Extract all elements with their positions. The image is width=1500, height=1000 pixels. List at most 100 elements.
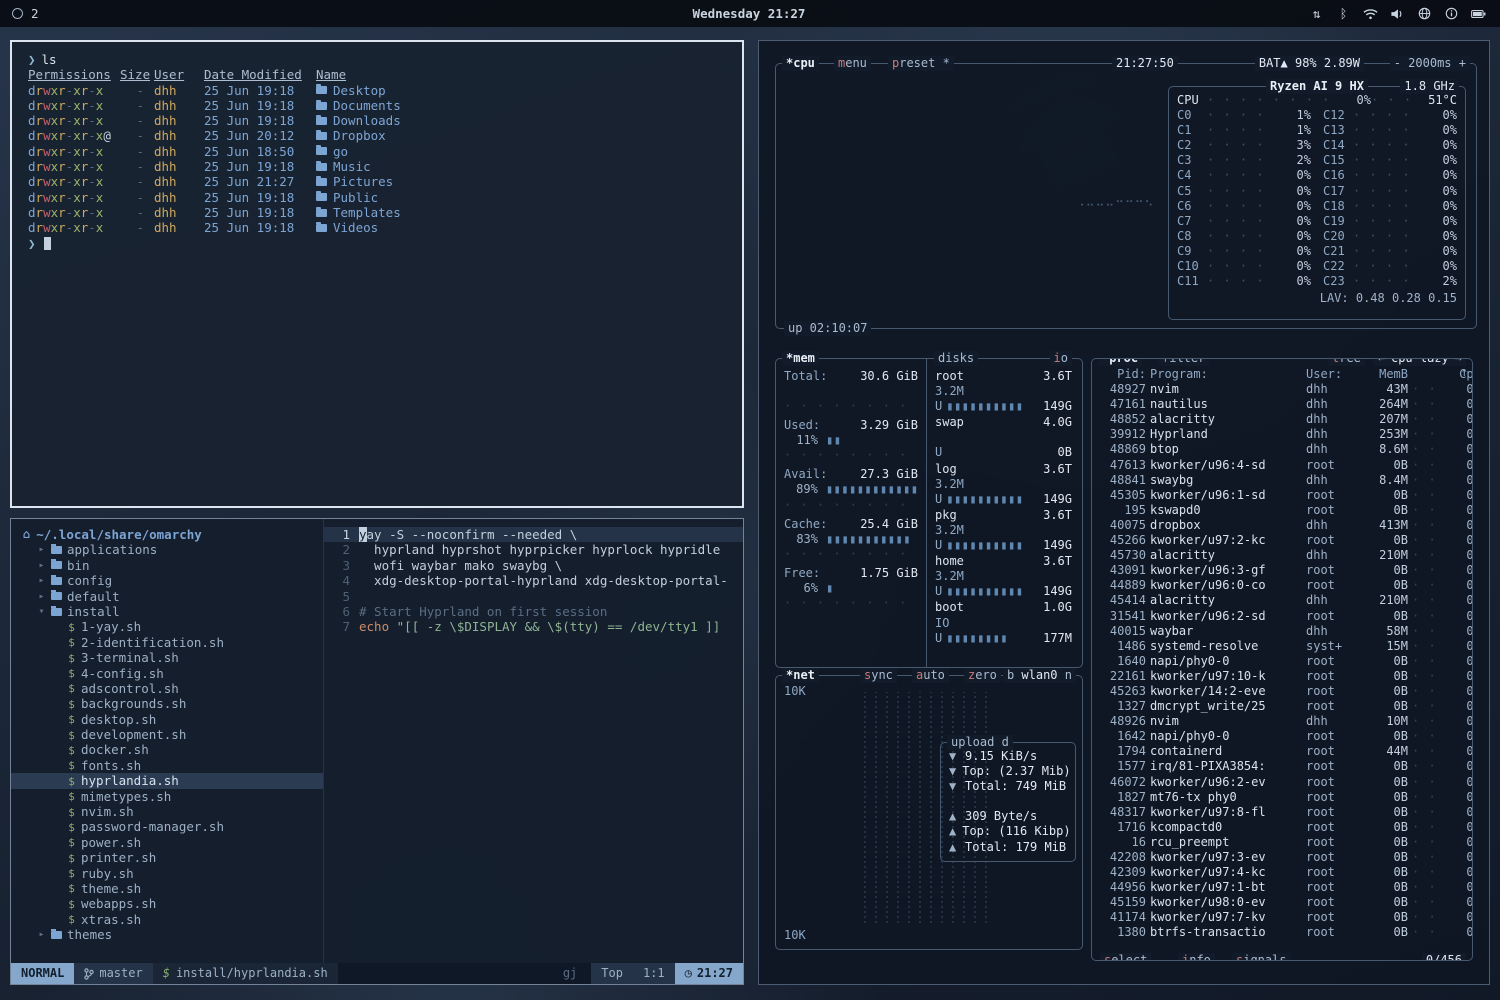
process-row[interactable]: 1327 dmcrypt_write/25 root 0B 0.0 (1100, 699, 1466, 714)
sort-selector[interactable]: ← cpu lazy → (1374, 358, 1466, 366)
menu-button[interactable]: menu (834, 56, 871, 71)
tree-item[interactable]: ▸ bin (11, 558, 323, 573)
process-row[interactable]: 22161 kworker/u97:10-k root 0B 0.0 (1100, 669, 1466, 684)
process-row[interactable]: 42208 kworker/u97:3-ev root 0B 0.0 (1100, 850, 1466, 865)
process-row[interactable]: 39912 Hyprland dhh 253M 0.0 (1100, 427, 1466, 442)
tree-item[interactable]: password-manager.sh (11, 819, 323, 834)
process-row[interactable]: 48852 alacritty dhh 207M 0.0 (1100, 412, 1466, 427)
scroll-up-indicator[interactable]: ↑ (1461, 365, 1468, 380)
net-next-button[interactable]: n (1065, 668, 1072, 682)
process-row[interactable]: 44956 kworker/u97:1-bt root 0B 0.0 (1100, 880, 1466, 895)
process-row[interactable]: 45730 alacritty dhh 210M 0.0 (1100, 548, 1466, 563)
volume-icon[interactable] (1390, 6, 1405, 21)
tree-item[interactable]: ruby.sh (11, 866, 323, 881)
tree-item[interactable]: adscontrol.sh (11, 681, 323, 696)
workspace-indicator[interactable]: 2 (31, 6, 39, 21)
process-row[interactable]: 44889 kworker/u96:0-co root 0B 0.0 (1100, 578, 1466, 593)
tree-item[interactable]: ▸ themes (11, 927, 323, 942)
tree-item[interactable]: theme.sh (11, 881, 323, 896)
tree-item[interactable]: nvim.sh (11, 804, 323, 819)
terminal-input-line[interactable]: ❯ (28, 236, 742, 251)
filter-button[interactable]: filter (1158, 358, 1209, 366)
tree-item[interactable]: 1-yay.sh (11, 619, 323, 634)
tree-item[interactable]: ▾ install (11, 604, 323, 619)
process-row[interactable]: 31541 kworker/u96:2-sd root 0B 0.0 (1100, 609, 1466, 624)
mem-box-title[interactable]: *mem (782, 351, 819, 366)
tree-item[interactable]: webapps.sh (11, 896, 323, 911)
info-button[interactable]: info (1178, 953, 1215, 961)
process-row[interactable]: 42309 kworker/u97:4-kc root 0B 0.0 (1100, 865, 1466, 880)
process-row[interactable]: 41174 kworker/u97:7-kv root 0B 0.0 (1100, 910, 1466, 925)
wifi-icon[interactable] (1363, 6, 1378, 21)
process-row[interactable]: 45159 kworker/u98:0-ev root 0B 0.0 (1100, 895, 1466, 910)
process-row[interactable]: 1827 mt76-tx phy0 root 0B 0.0 (1100, 790, 1466, 805)
bluetooth-icon[interactable]: ᛒ (1336, 6, 1351, 21)
tree-item[interactable]: docker.sh (11, 742, 323, 757)
transfer-icon[interactable]: ⇅ (1309, 6, 1324, 21)
tree-item[interactable]: ▸ applications (11, 542, 323, 557)
proc-box-title[interactable]: *proc (1098, 358, 1142, 366)
info-icon[interactable] (1444, 6, 1459, 21)
process-row[interactable]: 40015 waybar dhh 58M 0.0 (1100, 624, 1466, 639)
tree-item[interactable]: 3-terminal.sh (11, 650, 323, 665)
process-row[interactable]: 40075 dropbox dhh 413M 0.0 (1100, 518, 1466, 533)
tree-item[interactable]: backgrounds.sh (11, 696, 323, 711)
process-row[interactable]: 43091 kworker/u96:3-gf root 0B 0.0 (1100, 563, 1466, 578)
process-row[interactable]: 48927 nvim dhh 43M 0.0 (1100, 382, 1466, 397)
signals-button[interactable]: signals (1232, 953, 1291, 961)
net-zero-button[interactable]: zero (964, 668, 1001, 683)
sort-prev-button[interactable]: ← (1378, 358, 1385, 366)
tree-item[interactable]: development.sh (11, 727, 323, 742)
process-row[interactable]: 1577 irq/81-PIXA3854: root 0B 0.0 (1100, 759, 1466, 774)
process-row[interactable]: 45266 kworker/u97:2-kc root 0B 0.0 (1100, 533, 1466, 548)
tree-item[interactable]: mimetypes.sh (11, 789, 323, 804)
code-editor[interactable]: 1 yay -S --noconfirm --needed \ 2 hyprla… (324, 519, 743, 963)
process-row[interactable]: 1640 napi/phy0-0 root 0B 0.0 (1100, 654, 1466, 669)
tree-root[interactable]: ⌂ ~/.local/share/omarchy (11, 527, 323, 542)
process-row[interactable]: 48926 nvim dhh 10M 0.0 (1100, 714, 1466, 729)
tree-item[interactable]: fonts.sh (11, 758, 323, 773)
io-toggle[interactable]: io (1050, 351, 1072, 366)
tree-item[interactable]: printer.sh (11, 850, 323, 865)
process-row[interactable]: 1486 systemd-resolve syst+ 15M 0.0 (1100, 639, 1466, 654)
interval-minus-button[interactable]: - (1394, 56, 1401, 70)
process-row[interactable]: 1380 btrfs-transactio root 0B 0.0 (1100, 925, 1466, 940)
process-row[interactable]: 48841 swaybg dhh 8.4M 0.0 (1100, 473, 1466, 488)
net-prev-button[interactable]: b (1007, 668, 1014, 682)
process-row[interactable]: 45305 kworker/u96:1-sd root 0B 0.0 (1100, 488, 1466, 503)
battery-icon[interactable] (1471, 6, 1486, 21)
tree-item[interactable]: 2-identification.sh (11, 635, 323, 650)
process-row[interactable]: 1716 kcompactd0 root 0B 0.0 (1100, 820, 1466, 835)
tree-item[interactable]: desktop.sh (11, 712, 323, 727)
net-interface-switcher[interactable]: b wlan0 n (1003, 668, 1076, 683)
process-row[interactable]: 195 kswapd0 root 0B 0.0 (1100, 503, 1466, 518)
preset-button[interactable]: preset * (888, 56, 954, 71)
cpu-temperature: 51°C (1417, 93, 1457, 108)
process-row[interactable]: 47161 nautilus dhh 264M 0.0 (1100, 397, 1466, 412)
process-row[interactable]: 1794 containerd root 44M 0.0 (1100, 744, 1466, 759)
disks-title[interactable]: disks (934, 351, 978, 366)
process-row[interactable]: 48317 kworker/u97:8-fl root 0B 0.0 (1100, 805, 1466, 820)
net-auto-button[interactable]: auto (912, 668, 949, 683)
net-sync-button[interactable]: sync (860, 668, 897, 683)
tree-item[interactable]: power.sh (11, 835, 323, 850)
cpu-box-title[interactable]: *cpu (782, 56, 819, 71)
process-row[interactable]: 1642 napi/phy0-0 root 0B 0.0 (1100, 729, 1466, 744)
net-box-title[interactable]: *net (782, 668, 819, 683)
tree-item[interactable]: hyprlandia.sh (11, 773, 323, 788)
process-row[interactable]: 47613 kworker/u96:4-sd root 0B 0.0 (1100, 458, 1466, 473)
update-interval[interactable]: - 2000ms + (1390, 56, 1470, 71)
process-row[interactable]: 45414 alacritty dhh 210M 0.0 (1100, 593, 1466, 608)
process-row[interactable]: 46072 kworker/u96:2-ev root 0B 0.0 (1100, 775, 1466, 790)
globe-icon[interactable] (1417, 6, 1432, 21)
process-row[interactable]: 45263 kworker/14:2-eve root 0B 0.0 (1100, 684, 1466, 699)
interval-plus-button[interactable]: + (1459, 56, 1466, 70)
process-row[interactable]: 16 rcu_preempt root 0B 0.0 (1100, 835, 1466, 850)
tree-item[interactable]: 4-config.sh (11, 666, 323, 681)
tree-item[interactable]: xtras.sh (11, 912, 323, 927)
process-row[interactable]: 48869 btop dhh 8.6M 0.0 (1100, 442, 1466, 457)
tree-item[interactable]: ▸ config (11, 573, 323, 588)
select-button[interactable]: select (1100, 953, 1151, 961)
tree-item[interactable]: ▸ default (11, 589, 323, 604)
tree-toggle-button[interactable]: tree (1328, 358, 1365, 366)
